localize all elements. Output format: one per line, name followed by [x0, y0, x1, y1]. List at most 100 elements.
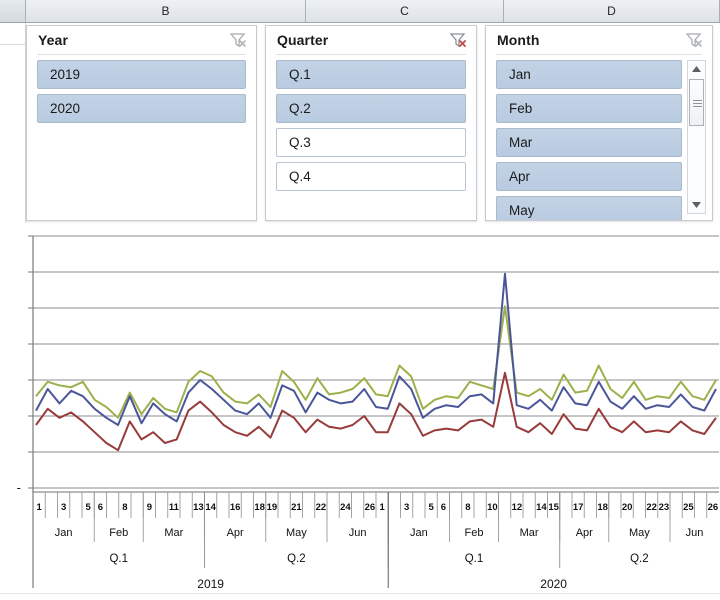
column-header-d[interactable]: D [504, 0, 720, 22]
x-week-label: 18 [597, 502, 608, 513]
clear-filter-icon[interactable] [449, 32, 467, 49]
x-week-label: 10 [487, 502, 498, 513]
column-header-c[interactable]: C [306, 0, 504, 22]
clear-filter-icon[interactable] [685, 32, 703, 49]
x-month-label: Mar [520, 527, 539, 539]
slicer-month[interactable]: Month Jan Feb Mar Apr May [485, 25, 713, 221]
x-month-label: Feb [465, 527, 484, 539]
x-week-label: 25 [683, 502, 694, 513]
slicer-item-q4[interactable]: Q.4 [276, 162, 466, 191]
x-week-label: 22 [646, 502, 657, 513]
x-week-label: 13 [193, 502, 204, 513]
excel-worksheet-view: B C D Year 2019 2020 Quarter Q.1 Q.2 Q.3… [0, 0, 720, 600]
series-line-series-blue [35, 272, 717, 426]
x-week-label: 26 [365, 502, 376, 513]
x-week-label: 1 [379, 502, 385, 513]
row-header-strip [0, 23, 26, 223]
x-week-label: 24 [340, 502, 351, 513]
chevron-up-icon[interactable] [688, 61, 705, 77]
x-month-label: May [286, 527, 307, 539]
x-week-label: 11 [169, 502, 180, 513]
x-year-label: 2019 [197, 577, 224, 591]
chart-series-lines [35, 272, 717, 452]
x-week-label: 14 [205, 502, 216, 513]
x-week-label: 5 [85, 502, 91, 513]
chart-y-tickmarks [28, 235, 33, 489]
x-week-label: 8 [465, 502, 470, 513]
x-week-label: 20 [622, 502, 633, 513]
x-month-label: Apr [227, 527, 244, 539]
slicer-year-header: Year [27, 26, 256, 56]
slicer-year-items: 2019 2020 [37, 60, 246, 214]
grid-cell[interactable] [0, 23, 26, 45]
slicer-quarter-header: Quarter [266, 26, 476, 56]
x-quarter-label: Q.2 [630, 553, 649, 565]
x-week-label: 18 [254, 502, 265, 513]
x-month-label: Apr [576, 527, 593, 539]
x-month-label: Jan [55, 527, 73, 539]
x-week-label: 23 [659, 502, 670, 513]
chart-x-axis: 1 3 5 6 8 9 11 13 14 16 18 19 21 22 24 26 1 3 5 6 8 10 12 14 15 1… [17, 480, 719, 591]
slicer-month-header: Month [486, 26, 712, 56]
select-all-corner[interactable] [0, 0, 26, 22]
x-week-label: 14 [536, 502, 547, 513]
column-header-row: B C D [0, 0, 720, 23]
x-week-label: 17 [573, 502, 584, 513]
slicer-item-2019[interactable]: 2019 [37, 60, 246, 89]
slicer-month-rule [496, 54, 702, 55]
slicer-item-apr[interactable]: Apr [496, 162, 682, 191]
slicer-item-jan[interactable]: Jan [496, 60, 682, 89]
x-week-label: 3 [61, 502, 66, 513]
x-week-label: 21 [291, 502, 302, 513]
x-week-label: 26 [708, 502, 719, 513]
x-week-label: 3 [404, 502, 409, 513]
slicer-item-q2[interactable]: Q.2 [276, 94, 466, 123]
x-week-label: 22 [316, 502, 327, 513]
x-month-label: Mar [164, 527, 183, 539]
chevron-down-icon[interactable] [688, 197, 705, 213]
slicer-item-q1[interactable]: Q.1 [276, 60, 466, 89]
x-week-label: 6 [98, 502, 103, 513]
x-week-label: 5 [428, 502, 434, 513]
slicer-year-rule [37, 54, 246, 55]
x-month-label: Feb [109, 527, 128, 539]
x-month-label: Jun [349, 527, 367, 539]
slicer-quarter-items: Q.1 Q.2 Q.3 Q.4 [276, 60, 466, 214]
x-quarter-label: Q.1 [109, 553, 128, 565]
x-week-label: 6 [441, 502, 446, 513]
slicer-year-title: Year [38, 32, 68, 48]
x-week-label: 9 [147, 502, 152, 513]
x-week-label: 1 [36, 502, 42, 513]
slicer-month-scrollbar[interactable] [687, 60, 706, 214]
slicer-item-mar[interactable]: Mar [496, 128, 682, 157]
x-year-label: 2020 [540, 577, 567, 591]
sheet-bottom-strip [0, 593, 720, 600]
y-axis-zero-label: - [17, 480, 21, 495]
scrollbar-thumb[interactable] [689, 79, 704, 126]
slicer-month-title: Month [497, 32, 540, 48]
x-week-label: 19 [267, 502, 278, 513]
slicer-item-q3[interactable]: Q.3 [276, 128, 466, 157]
x-week-label: 8 [122, 502, 127, 513]
series-line-series-red [35, 371, 717, 452]
x-week-label: 15 [548, 502, 559, 513]
clear-filter-icon[interactable] [229, 32, 247, 49]
x-week-label: 16 [230, 502, 241, 513]
column-header-b[interactable]: B [26, 0, 306, 22]
x-month-label: May [629, 527, 650, 539]
chart-svg: 1 3 5 6 8 9 11 13 14 16 18 19 21 22 24 26 1 3 5 6 8 10 12 14 15 1… [17, 235, 719, 591]
slicer-month-items: Jan Feb Mar Apr May [496, 60, 682, 220]
x-week-label: 12 [512, 502, 523, 513]
series-line-series-green [35, 305, 717, 419]
slicer-quarter-rule [276, 54, 466, 55]
slicer-item-may[interactable]: May [496, 196, 682, 220]
x-month-label: Jan [410, 527, 428, 539]
x-quarter-label: Q.2 [287, 553, 306, 565]
pivot-chart[interactable]: 1 3 5 6 8 9 11 13 14 16 18 19 21 22 24 26 1 3 5 6 8 10 12 14 15 1… [0, 228, 720, 600]
slicer-item-feb[interactable]: Feb [496, 94, 682, 123]
x-quarter-label: Q.1 [465, 553, 484, 565]
x-month-label: Jun [686, 527, 704, 539]
slicer-year[interactable]: Year 2019 2020 [26, 25, 257, 221]
slicer-quarter[interactable]: Quarter Q.1 Q.2 Q.3 Q.4 [265, 25, 477, 221]
slicer-item-2020[interactable]: 2020 [37, 94, 246, 123]
